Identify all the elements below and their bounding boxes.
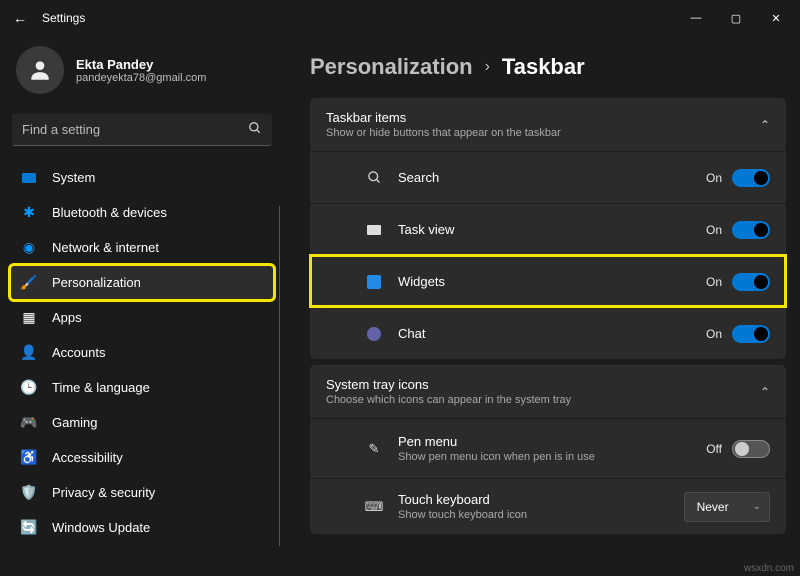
toggle-search[interactable] [732,169,770,187]
sidebar-scrollbar[interactable] [279,206,280,546]
row-pen-menu[interactable]: ✎ Pen menu Show pen menu icon when pen i… [310,418,786,478]
nav-list: System ✱Bluetooth & devices ◉Network & i… [10,160,274,545]
toggle-state: On [706,275,722,289]
search-input[interactable] [22,122,248,137]
row-taskview[interactable]: Task view On [310,203,786,255]
nav-privacy[interactable]: 🛡️Privacy & security [10,475,274,510]
widgets-icon [364,275,384,289]
accessibility-icon: ♿ [20,449,38,467]
keyboard-icon: ⌨ [364,499,384,515]
search-box[interactable] [12,114,272,146]
chat-icon [364,327,384,341]
wifi-icon: ◉ [20,239,38,257]
user-email: pandeyekta78@gmail.com [76,72,206,84]
system-tray-header[interactable]: System tray icons Choose which icons can… [310,365,786,418]
section-subtitle: Show or hide buttons that appear on the … [326,127,561,139]
nav-bluetooth[interactable]: ✱Bluetooth & devices [10,195,274,230]
close-button[interactable]: ✕ [756,2,796,34]
search-icon [248,121,262,138]
user-profile[interactable]: Ekta Pandey pandeyekta78@gmail.com [10,36,274,110]
row-label: Chat [398,326,425,341]
nav-personalization[interactable]: 🖌️Personalization [10,265,274,300]
user-name: Ekta Pandey [76,57,206,72]
system-icon [20,169,38,187]
crumb-parent[interactable]: Personalization [310,54,473,80]
gaming-icon: 🎮 [20,414,38,432]
update-icon: 🔄 [20,519,38,537]
section-title: Taskbar items [326,110,561,125]
row-sublabel: Show pen menu icon when pen is in use [398,451,595,463]
accounts-icon: 👤 [20,344,38,362]
nav-gaming[interactable]: 🎮Gaming [10,405,274,440]
row-widgets[interactable]: Widgets On [310,255,786,307]
pen-icon: ✎ [364,441,384,457]
toggle-state: Off [706,442,722,456]
privacy-icon: 🛡️ [20,484,38,502]
watermark: wsxdn.com [744,563,794,574]
chevron-right-icon: › [485,58,490,76]
nav-accounts[interactable]: 👤Accounts [10,335,274,370]
apps-icon: ▦ [20,309,38,327]
bluetooth-icon: ✱ [20,204,38,222]
time-icon: 🕒 [20,379,38,397]
nav-system[interactable]: System [10,160,274,195]
touch-keyboard-dropdown[interactable]: Never ⌄ [684,492,770,522]
row-touch-keyboard[interactable]: ⌨ Touch keyboard Show touch keyboard ico… [310,478,786,534]
person-icon [27,57,53,83]
titlebar: ← Settings — ▢ ✕ [0,0,800,36]
toggle-state: On [706,223,722,237]
nav-accessibility[interactable]: ♿Accessibility [10,440,274,475]
row-sublabel: Show touch keyboard icon [398,509,527,521]
main-panel: Personalization › Taskbar Taskbar items … [280,36,800,576]
chevron-up-icon: ⌃ [760,118,770,132]
sidebar: Ekta Pandey pandeyekta78@gmail.com Syste… [0,36,280,576]
row-label: Search [398,170,439,185]
row-label: Task view [398,222,454,237]
row-label: Touch keyboard [398,492,527,507]
taskbar-items-card: Taskbar items Show or hide buttons that … [310,98,786,359]
system-tray-card: System tray icons Choose which icons can… [310,365,786,534]
taskview-icon [364,225,384,235]
breadcrumb: Personalization › Taskbar [310,36,786,98]
taskbar-items-header[interactable]: Taskbar items Show or hide buttons that … [310,98,786,151]
avatar [16,46,64,94]
toggle-pen[interactable] [732,440,770,458]
nav-time[interactable]: 🕒Time & language [10,370,274,405]
dropdown-value: Never [697,500,729,514]
row-label: Pen menu [398,434,595,449]
window-controls: — ▢ ✕ [676,2,796,34]
crumb-current: Taskbar [502,54,585,80]
nav-network[interactable]: ◉Network & internet [10,230,274,265]
search-icon [364,170,384,185]
row-label: Widgets [398,274,445,289]
back-button[interactable]: ← [4,10,36,26]
row-search[interactable]: Search On [310,151,786,203]
chevron-down-icon: ⌄ [753,501,761,512]
toggle-widgets[interactable] [732,273,770,291]
toggle-state: On [706,171,722,185]
minimize-button[interactable]: — [676,2,716,34]
row-chat[interactable]: Chat On [310,307,786,359]
window-title: Settings [42,11,85,25]
toggle-chat[interactable] [732,325,770,343]
section-subtitle: Choose which icons can appear in the sys… [326,394,571,406]
section-title: System tray icons [326,377,571,392]
nav-apps[interactable]: ▦Apps [10,300,274,335]
personalization-icon: 🖌️ [20,274,38,292]
toggle-state: On [706,327,722,341]
maximize-button[interactable]: ▢ [716,2,756,34]
nav-update[interactable]: 🔄Windows Update [10,510,274,545]
toggle-taskview[interactable] [732,221,770,239]
chevron-up-icon: ⌃ [760,385,770,399]
